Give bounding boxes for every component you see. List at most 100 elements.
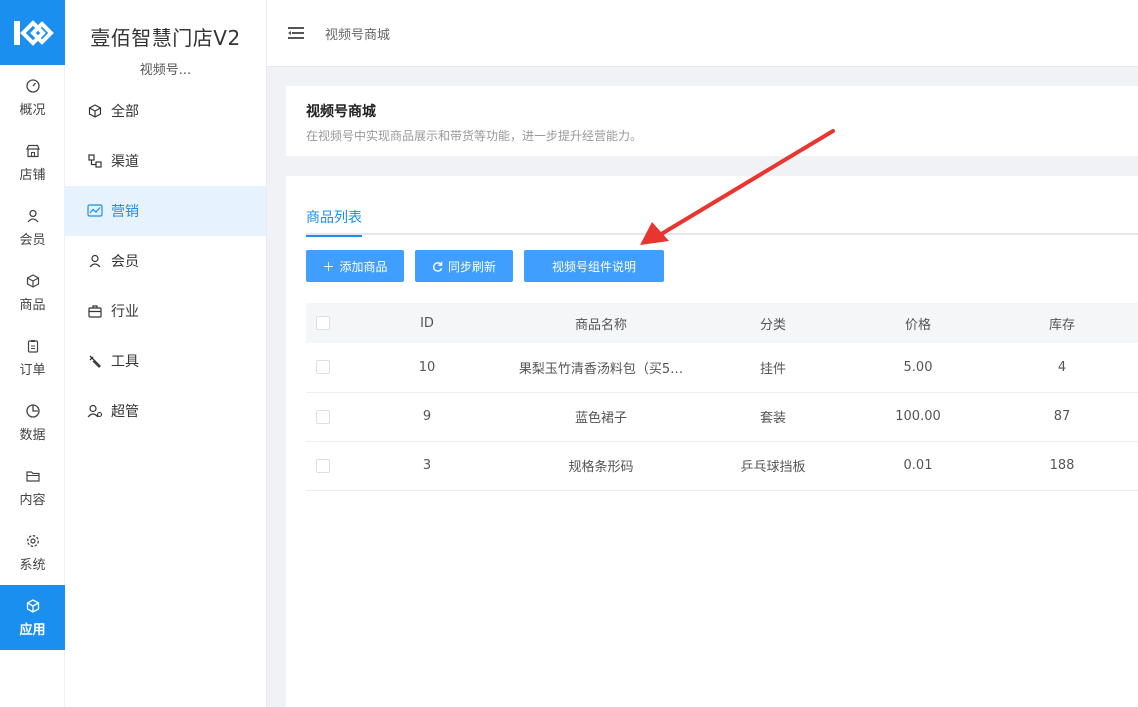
cell-price: 0.01 xyxy=(903,458,933,473)
pie-icon xyxy=(25,403,41,419)
channel-icon xyxy=(87,153,103,169)
sidebar-header: 壹佰智慧门店V2 视频号... xyxy=(65,0,266,86)
cell-price: 5.00 xyxy=(903,359,933,375)
sidebar-item-0[interactable]: 全部 xyxy=(65,86,266,136)
rail-item-label: 会员 xyxy=(19,232,46,248)
refresh-icon xyxy=(432,261,443,272)
sidebar-item-label: 营销 xyxy=(111,204,139,220)
rail-item-label: 商品 xyxy=(19,297,46,313)
cell-stock: 4 xyxy=(1057,359,1067,375)
admin-icon xyxy=(87,403,103,419)
rail-item-6[interactable]: 内容 xyxy=(0,455,65,520)
secondary-sidebar: 壹佰智慧门店V2 视频号... 全部渠道营销会员行业工具超管 xyxy=(65,0,267,707)
add-product-label: 添加商品 xyxy=(339,259,388,274)
plus-icon: ＋ xyxy=(322,259,335,274)
table-row[interactable]: 3 规格条形码 乒乓球挡板 0.01 188 xyxy=(306,441,1138,490)
dashboard-icon xyxy=(25,78,41,94)
clipboard-icon xyxy=(25,338,41,354)
user-icon xyxy=(25,208,41,224)
column-header-id: ID xyxy=(420,315,434,331)
rail-item-7[interactable]: 系统 xyxy=(0,520,65,585)
cell-name: 蓝色裙子 xyxy=(574,411,627,426)
tab-bar: 商品列表 xyxy=(306,204,1138,237)
box-icon xyxy=(25,273,41,289)
rail-item-3[interactable]: 商品 xyxy=(0,260,65,325)
page-description: 在视频号中实现商品展示和带货等功能，进一步提升经营能力。 xyxy=(306,129,643,143)
sidebar-item-1[interactable]: 渠道 xyxy=(65,136,266,186)
cell-name: 规格条形码 xyxy=(568,460,634,475)
cell-id: 9 xyxy=(422,409,432,424)
rail-item-8[interactable]: 应用 xyxy=(0,585,65,650)
rail-item-label: 店铺 xyxy=(19,167,46,183)
wrench-icon xyxy=(87,353,103,369)
chart-icon xyxy=(87,203,103,219)
sidebar-item-label: 全部 xyxy=(111,104,139,120)
cell-category: 乒乓球挡板 xyxy=(740,460,806,475)
cell-category: 挂件 xyxy=(759,361,786,377)
table-row[interactable]: 9 蓝色裙子 套装 100.00 87 xyxy=(306,392,1138,441)
cell-price: 100.00 xyxy=(895,409,941,424)
cell-name: 果梨玉竹清香汤料包（买5… xyxy=(518,361,684,377)
add-product-button[interactable]: ＋ 添加商品 xyxy=(306,250,404,282)
rail-item-0[interactable]: 概况 xyxy=(0,65,65,130)
sidebar-item-5[interactable]: 工具 xyxy=(65,336,266,386)
rail-item-2[interactable]: 会员 xyxy=(0,195,65,260)
cell-stock: 188 xyxy=(1049,458,1075,473)
tab-product-list[interactable]: 商品列表 xyxy=(306,207,362,237)
rail-item-label: 系统 xyxy=(19,557,46,573)
sync-refresh-label: 同步刷新 xyxy=(447,259,496,274)
sidebar-item-label: 会员 xyxy=(111,254,139,270)
sidebar-item-6[interactable]: 超管 xyxy=(65,386,266,436)
toolbar: ＋ 添加商品 同步刷新 视频号组件说明 xyxy=(306,250,664,282)
cell-id: 10 xyxy=(418,359,436,375)
menu-toggle-icon[interactable] xyxy=(287,24,305,42)
select-all-checkbox[interactable] xyxy=(316,316,330,330)
row-checkbox[interactable] xyxy=(316,360,330,375)
brand-title: 壹佰智慧门店V2 xyxy=(90,26,241,50)
product-table: ID 商品名称 分类 价格 库存 10 果梨玉竹清香汤料包（买5… 挂件 5.00 4 9… xyxy=(306,303,1138,491)
cube-icon xyxy=(25,598,41,614)
page-title: 视频号商城 xyxy=(306,104,376,120)
column-header-name: 商品名称 xyxy=(574,317,627,333)
logo-icon xyxy=(13,19,54,46)
rail-item-label: 订单 xyxy=(19,362,46,378)
sync-refresh-button[interactable]: 同步刷新 xyxy=(415,250,513,282)
column-header-category: 分类 xyxy=(759,317,786,333)
table-header-row: ID 商品名称 分类 价格 库存 xyxy=(306,303,1138,343)
row-checkbox[interactable] xyxy=(316,409,330,424)
icon-rail: 概况店铺会员商品订单数据内容系统应用 xyxy=(0,0,65,707)
gear-icon xyxy=(25,533,41,549)
component-doc-button[interactable]: 视频号组件说明 xyxy=(524,250,664,282)
store-icon xyxy=(25,143,41,159)
rail-item-4[interactable]: 订单 xyxy=(0,325,65,390)
cell-stock: 87 xyxy=(1053,409,1071,424)
rail-item-label: 数据 xyxy=(19,427,46,443)
column-header-stock: 库存 xyxy=(1048,317,1075,333)
rail-item-label: 应用 xyxy=(19,622,46,638)
rail-item-label: 概况 xyxy=(19,102,46,118)
sidebar-item-label: 渠道 xyxy=(111,154,139,170)
rail-item-5[interactable]: 数据 xyxy=(0,390,65,455)
breadcrumb[interactable]: 视频号商城 xyxy=(325,24,390,43)
sidebar-item-4[interactable]: 行业 xyxy=(65,286,266,336)
sidebar-item-3[interactable]: 会员 xyxy=(65,236,266,286)
folder-icon xyxy=(25,468,41,484)
cell-category: 套装 xyxy=(759,411,786,426)
sidebar-item-label: 超管 xyxy=(111,404,139,420)
table-row[interactable]: 10 果梨玉竹清香汤料包（买5… 挂件 5.00 4 xyxy=(306,343,1138,392)
briefcase-icon xyxy=(87,303,103,319)
sidebar-item-label: 工具 xyxy=(111,354,139,370)
product-list-card: 商品列表 ＋ 添加商品 同步刷新 视频号组件说明 ID 商品名称 分类 价格 库… xyxy=(286,176,1138,707)
store-selector[interactable]: 视频号... xyxy=(65,59,266,78)
intro-card: 视频号商城 在视频号中实现商品展示和带货等功能，进一步提升经营能力。 xyxy=(286,86,1138,156)
logo[interactable] xyxy=(0,0,65,65)
sidebar-item-2[interactable]: 营销 xyxy=(65,186,266,236)
cell-id: 3 xyxy=(422,458,432,473)
rail-item-label: 内容 xyxy=(19,492,46,508)
top-bar: 视频号商城 xyxy=(267,0,1138,67)
cube-icon xyxy=(87,103,103,119)
row-checkbox[interactable] xyxy=(316,458,330,473)
rail-item-1[interactable]: 店铺 xyxy=(0,130,65,195)
component-doc-label: 视频号组件说明 xyxy=(551,259,636,274)
user-icon xyxy=(87,253,103,269)
